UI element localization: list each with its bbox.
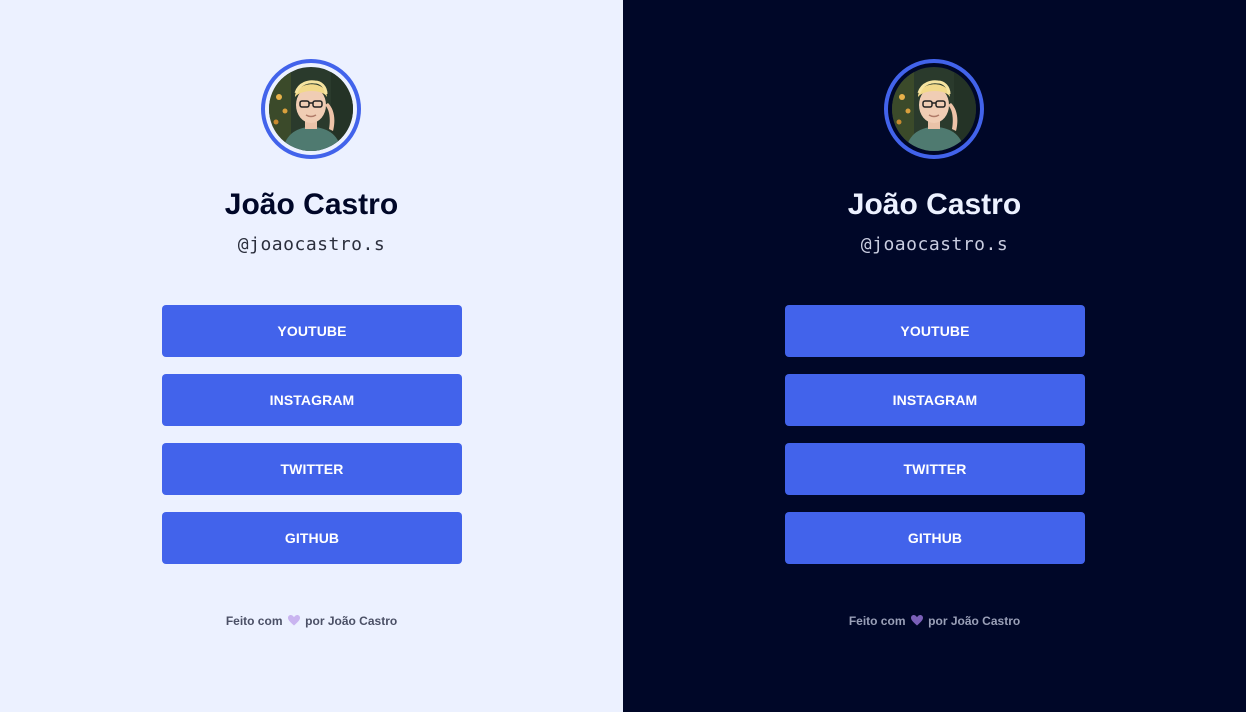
profile-name: João Castro xyxy=(224,188,399,221)
youtube-link-button[interactable]: YOUTUBE xyxy=(162,305,462,357)
instagram-link-button[interactable]: INSTAGRAM xyxy=(162,374,462,426)
link-item: GITHUB xyxy=(162,512,462,564)
footer-prefix: Feito com xyxy=(225,614,283,628)
link-list: YOUTUBE INSTAGRAM TWITTER GITHUB xyxy=(785,305,1085,581)
twitter-link-button[interactable]: TWITTER xyxy=(162,443,462,495)
preview-container: João Castro @joaocastro.s YOUTUBE INSTAG… xyxy=(0,0,1246,712)
link-item: TWITTER xyxy=(785,443,1085,495)
profile-photo xyxy=(269,67,353,151)
heart-icon xyxy=(287,615,300,626)
profile-photo-illustration xyxy=(269,67,353,151)
page-footer: Feito com por João Castro xyxy=(623,613,1246,629)
twitter-link-button[interactable]: TWITTER xyxy=(785,443,1085,495)
link-item: YOUTUBE xyxy=(785,305,1085,357)
github-link-button[interactable]: GITHUB xyxy=(162,512,462,564)
link-item: INSTAGRAM xyxy=(785,374,1085,426)
profile-photo-illustration xyxy=(892,67,976,151)
footer-suffix: por João Castro xyxy=(928,614,1021,628)
profile-avatar xyxy=(884,59,984,159)
profile-avatar xyxy=(261,59,361,159)
heart-icon xyxy=(910,615,923,626)
link-item: GITHUB xyxy=(785,512,1085,564)
link-item: TWITTER xyxy=(162,443,462,495)
link-item: YOUTUBE xyxy=(162,305,462,357)
profile-handle: @joaocastro.s xyxy=(860,234,1009,255)
profile-handle: @joaocastro.s xyxy=(237,234,386,255)
footer-suffix: por João Castro xyxy=(305,614,398,628)
page-footer: Feito com por João Castro xyxy=(0,613,623,629)
youtube-link-button[interactable]: YOUTUBE xyxy=(785,305,1085,357)
link-list: YOUTUBE INSTAGRAM TWITTER GITHUB xyxy=(162,305,462,581)
light-theme-panel: João Castro @joaocastro.s YOUTUBE INSTAG… xyxy=(0,0,623,712)
instagram-link-button[interactable]: INSTAGRAM xyxy=(785,374,1085,426)
dark-theme-panel: João Castro @joaocastro.s YOUTUBE INSTAG… xyxy=(623,0,1246,712)
link-item: INSTAGRAM xyxy=(162,374,462,426)
profile-name: João Castro xyxy=(847,188,1022,221)
footer-prefix: Feito com xyxy=(848,614,906,628)
github-link-button[interactable]: GITHUB xyxy=(785,512,1085,564)
profile-photo xyxy=(892,67,976,151)
